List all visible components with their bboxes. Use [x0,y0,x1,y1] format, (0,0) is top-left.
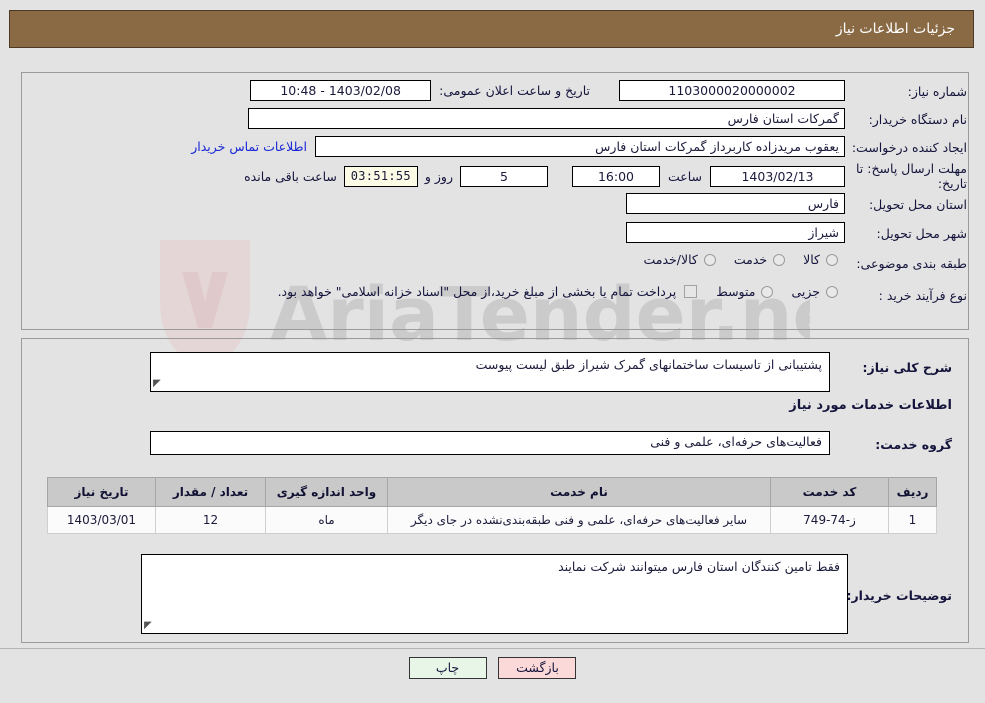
col-service-code: کد خدمت [770,477,889,507]
radio-label-khedmat: خدمت [733,252,768,267]
label-remaining: ساعت باقی مانده [244,169,337,184]
countdown-timer: 03:51:55 [343,166,418,187]
deadline-date-input[interactable]: 1403/02/13 [710,166,845,187]
page-title: جزئیات اطلاعات نیاز [835,21,955,37]
deadline-hour-input[interactable]: 16:00 [571,166,660,187]
col-unit: واحد اندازه گیری [265,477,388,507]
islamic-treasury-checkbox[interactable] [684,285,698,298]
deadline-days-input[interactable]: 5 [459,166,548,187]
label-days: روز و [424,169,453,184]
city-input[interactable]: شیراز [626,222,845,243]
radio-category-khedmat[interactable] [773,253,786,266]
islamic-treasury-note: پرداخت تمام یا بخشی از مبلغ خرید،از محل … [277,284,677,299]
cell-unit: ماه [265,506,388,534]
cell-service-name: سایر فعالیت‌های حرفه‌ای، علمی و فنی طبقه… [387,506,771,534]
label-public-announce: تاریخ و ساعت اعلان عمومی: [439,83,590,98]
col-need-date: تاریخ نیاز [47,477,156,507]
back-button[interactable]: بازگشت [498,657,577,679]
radio-label-kala: کالا [803,252,820,267]
page-header: جزئیات اطلاعات نیاز [9,10,974,48]
action-buttons: بازگشت چاپ [0,657,985,679]
creator-input[interactable]: یعقوب مریدزاده کاربرداز گمرکات استان فار… [315,136,845,157]
radio-label-kala-khedmat: کالا/خدمت [643,252,698,267]
col-quantity: تعداد / مقدار [155,477,266,507]
buyer-org-input[interactable]: گمرکات استان فارس [248,108,845,129]
label-deadline-hour: ساعت [667,169,702,184]
public-announce-input[interactable]: 1403/02/08 - 10:48 [250,80,432,101]
radio-category-kala[interactable] [826,253,838,266]
cell-service-code: ز-74-749 [770,506,889,534]
col-row-no: ردیف [888,477,937,507]
col-service-name: نام خدمت [387,477,771,507]
radio-label-motevaset: متوسط [716,284,756,299]
radio-process-jozei[interactable] [826,285,838,298]
radio-process-motevaset[interactable] [761,285,774,298]
divider [0,648,985,649]
radio-label-jozei: جزیی [791,284,820,299]
cell-need-date: 1403/03/01 [47,506,156,534]
need-number-input[interactable]: 1103000020000002 [619,80,845,101]
radio-category-kala-khedmat[interactable] [703,253,716,266]
cell-row-no: 1 [888,506,937,534]
buyer-contact-link[interactable]: اطلاعات تماس خریدار [191,139,307,154]
print-button[interactable]: چاپ [408,657,487,679]
cell-quantity: 12 [155,506,266,534]
table-row[interactable]: 1 ز-74-749 سایر فعالیت‌های حرفه‌ای، علمی… [47,506,937,534]
table-header-row: ردیف کد خدمت نام خدمت واحد اندازه گیری ت… [47,477,937,507]
services-table: ردیف کد خدمت نام خدمت واحد اندازه گیری ت… [47,477,937,534]
province-input[interactable]: فارس [626,193,845,214]
